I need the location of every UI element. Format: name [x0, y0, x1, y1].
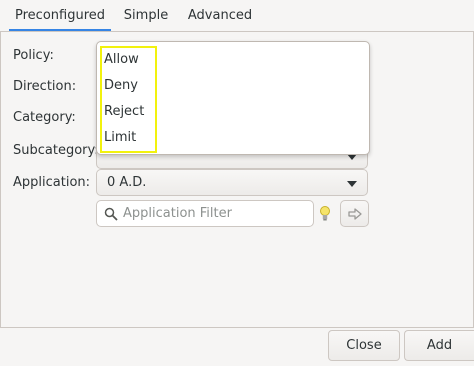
policy-option-allow[interactable]: Allow	[104, 52, 139, 67]
category-label: Category:	[13, 110, 76, 125]
policy-option-deny[interactable]: Deny	[104, 78, 138, 93]
policy-option-reject[interactable]: Reject	[104, 104, 144, 119]
tab-bar: Preconfigured Simple Advanced	[0, 0, 474, 32]
application-value: 0 A.D.	[107, 175, 147, 190]
application-filter-input[interactable]: Application Filter	[96, 200, 314, 227]
search-icon	[104, 207, 118, 221]
filter-placeholder: Application Filter	[123, 206, 232, 221]
policy-option-limit[interactable]: Limit	[104, 130, 136, 145]
close-button[interactable]: Close	[328, 330, 400, 361]
subcategory-label: Subcategory:	[13, 143, 99, 158]
direction-label: Direction:	[13, 79, 77, 94]
tab-advanced[interactable]: Advanced	[183, 0, 257, 31]
lightbulb-icon	[320, 206, 330, 221]
add-button[interactable]: Add	[404, 330, 474, 361]
chevron-down-icon	[347, 181, 357, 187]
tab-preconfigured[interactable]: Preconfigured	[9, 0, 111, 31]
insert-button[interactable]	[340, 200, 369, 227]
application-combo[interactable]: 0 A.D.	[96, 169, 368, 196]
policy-dropdown-popup: Allow Deny Reject Limit	[96, 41, 370, 155]
policy-label: Policy:	[13, 48, 54, 63]
arrow-right-icon	[348, 208, 362, 220]
tab-simple[interactable]: Simple	[115, 0, 177, 31]
application-label: Application:	[13, 175, 91, 190]
